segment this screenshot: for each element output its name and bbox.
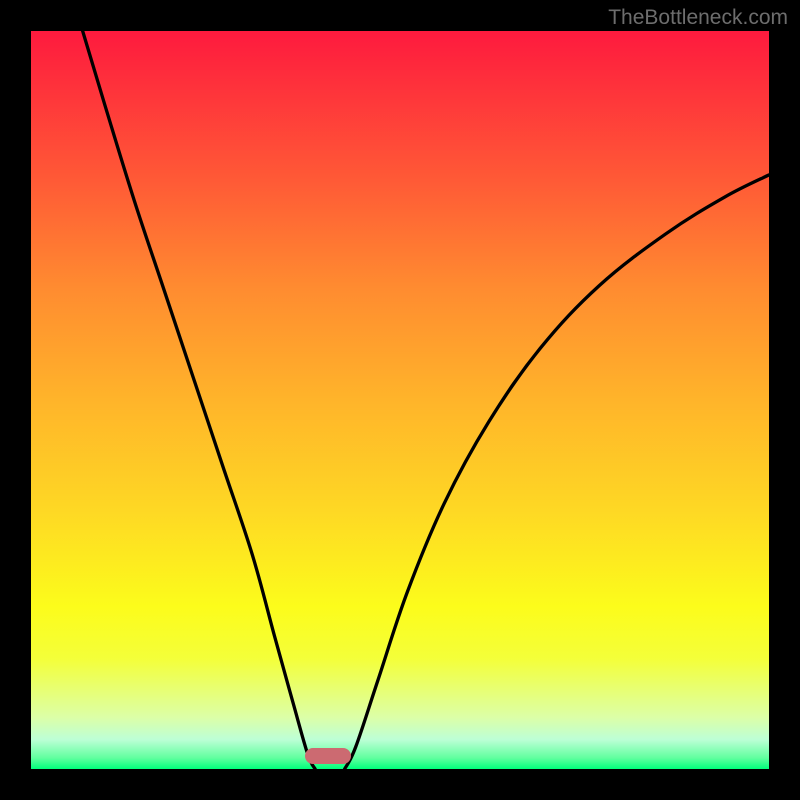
plot-area	[31, 31, 769, 769]
watermark-text: TheBottleneck.com	[608, 6, 788, 30]
left-curve	[83, 31, 315, 769]
right-curve	[345, 175, 769, 769]
curves-svg	[31, 31, 769, 769]
bottleneck-marker	[305, 748, 351, 764]
chart-container: TheBottleneck.com	[0, 0, 800, 800]
